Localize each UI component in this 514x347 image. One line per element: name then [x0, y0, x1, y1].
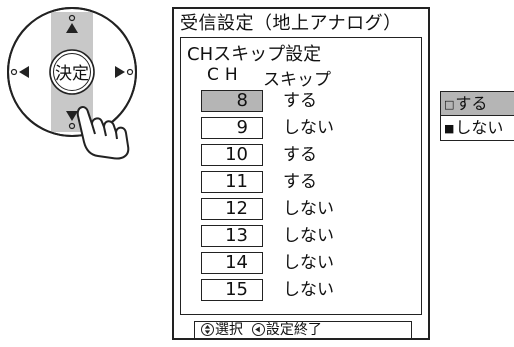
channel-row[interactable]: 13 しない	[201, 225, 401, 249]
skip-value: する	[283, 91, 317, 111]
up-down-select-icon	[201, 323, 214, 336]
skip-value: しない	[283, 118, 334, 138]
channel-row[interactable]: 9 しない	[201, 117, 401, 141]
skip-value: する	[283, 145, 317, 165]
channel-row[interactable]: 8 する	[201, 90, 401, 114]
skip-option-popup: □する ■しない	[440, 91, 514, 141]
channel-number[interactable]: 15	[201, 279, 263, 301]
panel-title: 受信設定（地上アナログ）	[180, 13, 402, 34]
option-label: しない	[455, 118, 504, 137]
skip-value: しない	[283, 226, 334, 246]
left-finish-icon	[251, 323, 265, 336]
skip-value: しない	[283, 280, 334, 300]
skip-value: する	[283, 172, 317, 192]
channel-number[interactable]: 10	[201, 144, 263, 166]
option-filled-icon: ■	[444, 122, 455, 135]
channel-number[interactable]: 13	[201, 225, 263, 247]
skip-value: しない	[283, 253, 334, 273]
ch-skip-title: CHスキップ設定	[187, 44, 322, 65]
column-header-skip: スキップ	[263, 70, 331, 90]
option-skip-off[interactable]: ■しない	[441, 116, 514, 140]
channel-number[interactable]: 12	[201, 198, 263, 220]
reception-settings-panel: 受信設定（地上アナログ） CHスキップ設定 CH スキップ 8 する 9 しない…	[172, 7, 430, 340]
footer-hint-bar: 選択 設定終了	[194, 321, 412, 339]
remote-dpad: 決定	[7, 7, 137, 160]
channel-number[interactable]: 14	[201, 252, 263, 274]
channel-number[interactable]: 11	[201, 171, 263, 193]
option-skip-on[interactable]: □する	[441, 92, 514, 116]
ch-skip-settings-box: CHスキップ設定 CH スキップ 8 する 9 しない 10 する 11 する …	[180, 37, 422, 315]
footer-finish-label: 設定終了	[265, 322, 322, 338]
column-header-ch: CH	[207, 65, 244, 85]
channel-row[interactable]: 10 する	[201, 144, 401, 168]
footer-select-label: 選択	[215, 322, 243, 338]
channel-row[interactable]: 11 する	[201, 171, 401, 195]
option-unchecked-icon: □	[444, 98, 455, 111]
option-label: する	[455, 94, 488, 113]
channel-number[interactable]: 9	[201, 117, 263, 139]
channel-row[interactable]: 14 しない	[201, 252, 401, 276]
skip-value: しない	[283, 199, 334, 219]
enter-button-label: 決定	[55, 64, 89, 84]
channel-row[interactable]: 15 しない	[201, 279, 401, 303]
channel-number[interactable]: 8	[201, 90, 263, 112]
channel-row[interactable]: 12 しない	[201, 198, 401, 222]
